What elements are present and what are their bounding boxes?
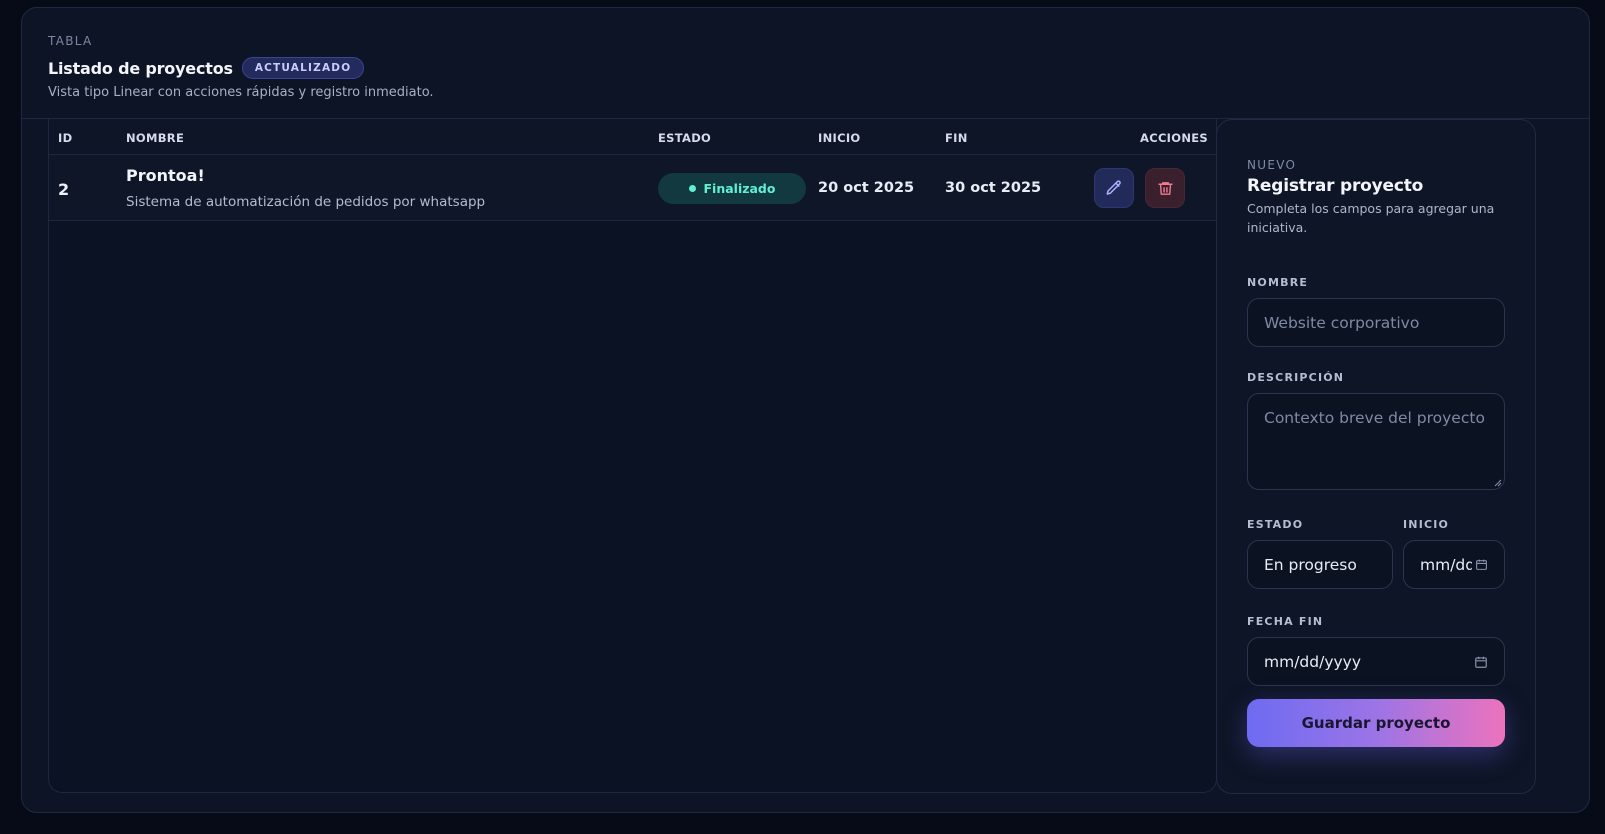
row-start-date: 20 oct 2025 — [818, 180, 915, 196]
edit-button[interactable] — [1094, 168, 1134, 208]
status-select-value: En progreso — [1264, 555, 1357, 574]
trash-icon — [1157, 181, 1173, 195]
end-date-label: FECHA FIN — [1247, 615, 1324, 628]
form-subtitle: Completa los campos para agregar una ini… — [1247, 201, 1495, 235]
status-badge: ACTUALIZADO — [241, 57, 365, 79]
project-name-input[interactable] — [1247, 298, 1505, 347]
table-header: ID NOMBRE ESTADO INICIO FIN ACCIONES — [49, 119, 1216, 155]
row-end-date: 30 oct 2025 — [945, 180, 1042, 196]
status-dot-icon — [688, 185, 696, 192]
projects-panel: TABLA Listado de proyectos ACTUALIZADO V… — [21, 7, 1590, 813]
column-header-status: ESTADO — [658, 131, 712, 145]
column-header-id: ID — [58, 131, 73, 145]
start-date-value: mm/dd/yyyy — [1420, 555, 1472, 574]
calendar-icon[interactable] — [1475, 558, 1488, 571]
page-subtitle: Vista tipo Linear con acciones rápidas y… — [48, 85, 434, 100]
save-project-button[interactable]: Guardar proyecto — [1247, 699, 1505, 747]
delete-button[interactable] — [1145, 168, 1185, 208]
pencil-icon — [1106, 180, 1121, 195]
resize-grip-icon[interactable] — [1494, 479, 1502, 487]
start-label: INICIO — [1403, 518, 1450, 531]
title-row: Listado de proyectos ACTUALIZADO — [48, 57, 1589, 79]
table-row[interactable]: 2 Prontoa! Sistema de automatización de … — [49, 155, 1216, 221]
row-status-pill: Finalizado — [658, 173, 806, 204]
column-header-start: INICIO — [818, 131, 861, 145]
projects-table: ID NOMBRE ESTADO INICIO FIN ACCIONES 2 P… — [48, 119, 1217, 793]
start-date-input[interactable]: mm/dd/yyyy — [1403, 540, 1505, 589]
section-eyebrow: TABLA — [48, 34, 93, 48]
register-project-card: NUEVO Registrar proyecto Completa los ca… — [1216, 119, 1536, 794]
name-label: NOMBRE — [1247, 276, 1309, 289]
status-label: ESTADO — [1247, 518, 1304, 531]
column-header-name: NOMBRE — [126, 131, 185, 145]
form-title: Registrar proyecto — [1247, 176, 1424, 196]
column-header-end: FIN — [945, 131, 968, 145]
row-id: 2 — [58, 180, 70, 199]
row-project-description: Sistema de automatización de pedidos por… — [126, 194, 486, 210]
description-wrap — [1247, 393, 1505, 490]
calendar-icon[interactable] — [1474, 655, 1488, 669]
project-description-textarea[interactable] — [1247, 393, 1505, 490]
page-title: Listado de proyectos — [48, 58, 233, 78]
row-status-label: Finalizado — [703, 181, 776, 196]
end-date-input[interactable]: mm/dd/yyyy — [1247, 637, 1505, 686]
end-date-value: mm/dd/yyyy — [1264, 652, 1362, 671]
form-eyebrow: NUEVO — [1247, 158, 1297, 172]
description-label: DESCRIPCIÓN — [1247, 371, 1345, 384]
row-project-name: Prontoa! — [126, 166, 205, 185]
panel-header: TABLA Listado de proyectos ACTUALIZADO V… — [48, 34, 1589, 100]
column-header-actions: ACCIONES — [1140, 131, 1208, 145]
status-select[interactable]: En progreso — [1247, 540, 1393, 589]
